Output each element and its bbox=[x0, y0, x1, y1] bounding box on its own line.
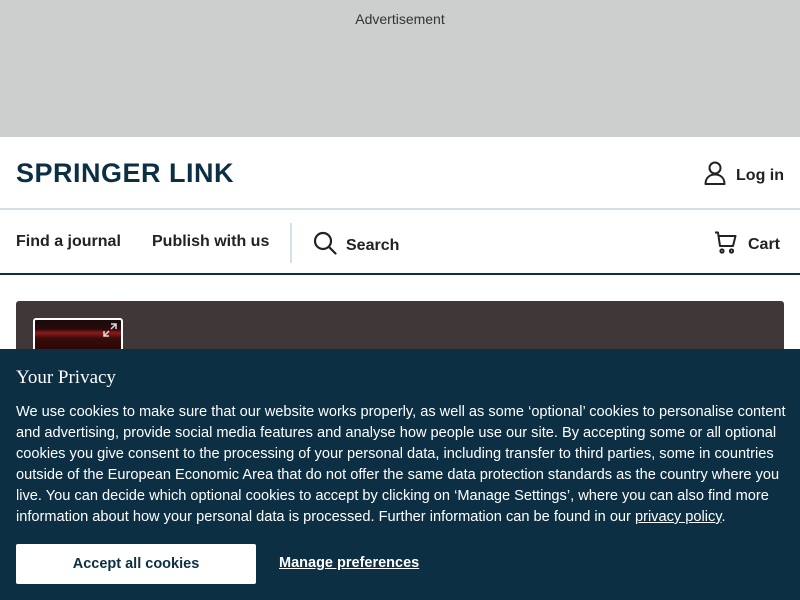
cookie-consent-banner: Your Privacy We use cookies to make sure… bbox=[0, 349, 800, 600]
main-navigation: Find a journal Publish with us Search Ca… bbox=[0, 211, 800, 275]
privacy-policy-link[interactable]: privacy policy bbox=[635, 509, 722, 525]
nav-publish-with-us[interactable]: Publish with us bbox=[152, 233, 269, 251]
privacy-body-text: We use cookies to make sure that our web… bbox=[16, 402, 786, 528]
user-icon bbox=[704, 161, 726, 190]
cart-button[interactable]: Cart bbox=[714, 231, 780, 259]
cart-icon bbox=[714, 231, 737, 259]
nav-divider bbox=[290, 223, 292, 263]
login-label: Log in bbox=[736, 166, 784, 184]
cart-label: Cart bbox=[747, 236, 780, 253]
privacy-title: Your Privacy bbox=[16, 367, 116, 388]
manage-preferences-link[interactable]: Manage preferences bbox=[279, 555, 419, 571]
privacy-body-main: We use cookies to make sure that our web… bbox=[16, 404, 786, 525]
expand-icon[interactable] bbox=[102, 322, 118, 343]
site-header: SPRINGER LINK Log in bbox=[0, 137, 800, 210]
login-button[interactable]: Log in bbox=[704, 161, 784, 190]
springer-link-logo[interactable]: SPRINGER LINK bbox=[16, 158, 234, 189]
advertisement-banner: Advertisement bbox=[0, 0, 800, 137]
advertisement-label: Advertisement bbox=[355, 11, 445, 27]
accept-all-cookies-button[interactable]: Accept all cookies bbox=[16, 544, 256, 584]
logo-text-springer: SPRINGER bbox=[16, 158, 162, 188]
logo-text-link: LINK bbox=[169, 158, 235, 188]
nav-find-journal[interactable]: Find a journal bbox=[16, 233, 121, 251]
search-label: Search bbox=[346, 236, 400, 254]
search-icon bbox=[313, 231, 337, 260]
privacy-body-end: . bbox=[721, 509, 726, 525]
search-button[interactable]: Search bbox=[313, 231, 399, 260]
